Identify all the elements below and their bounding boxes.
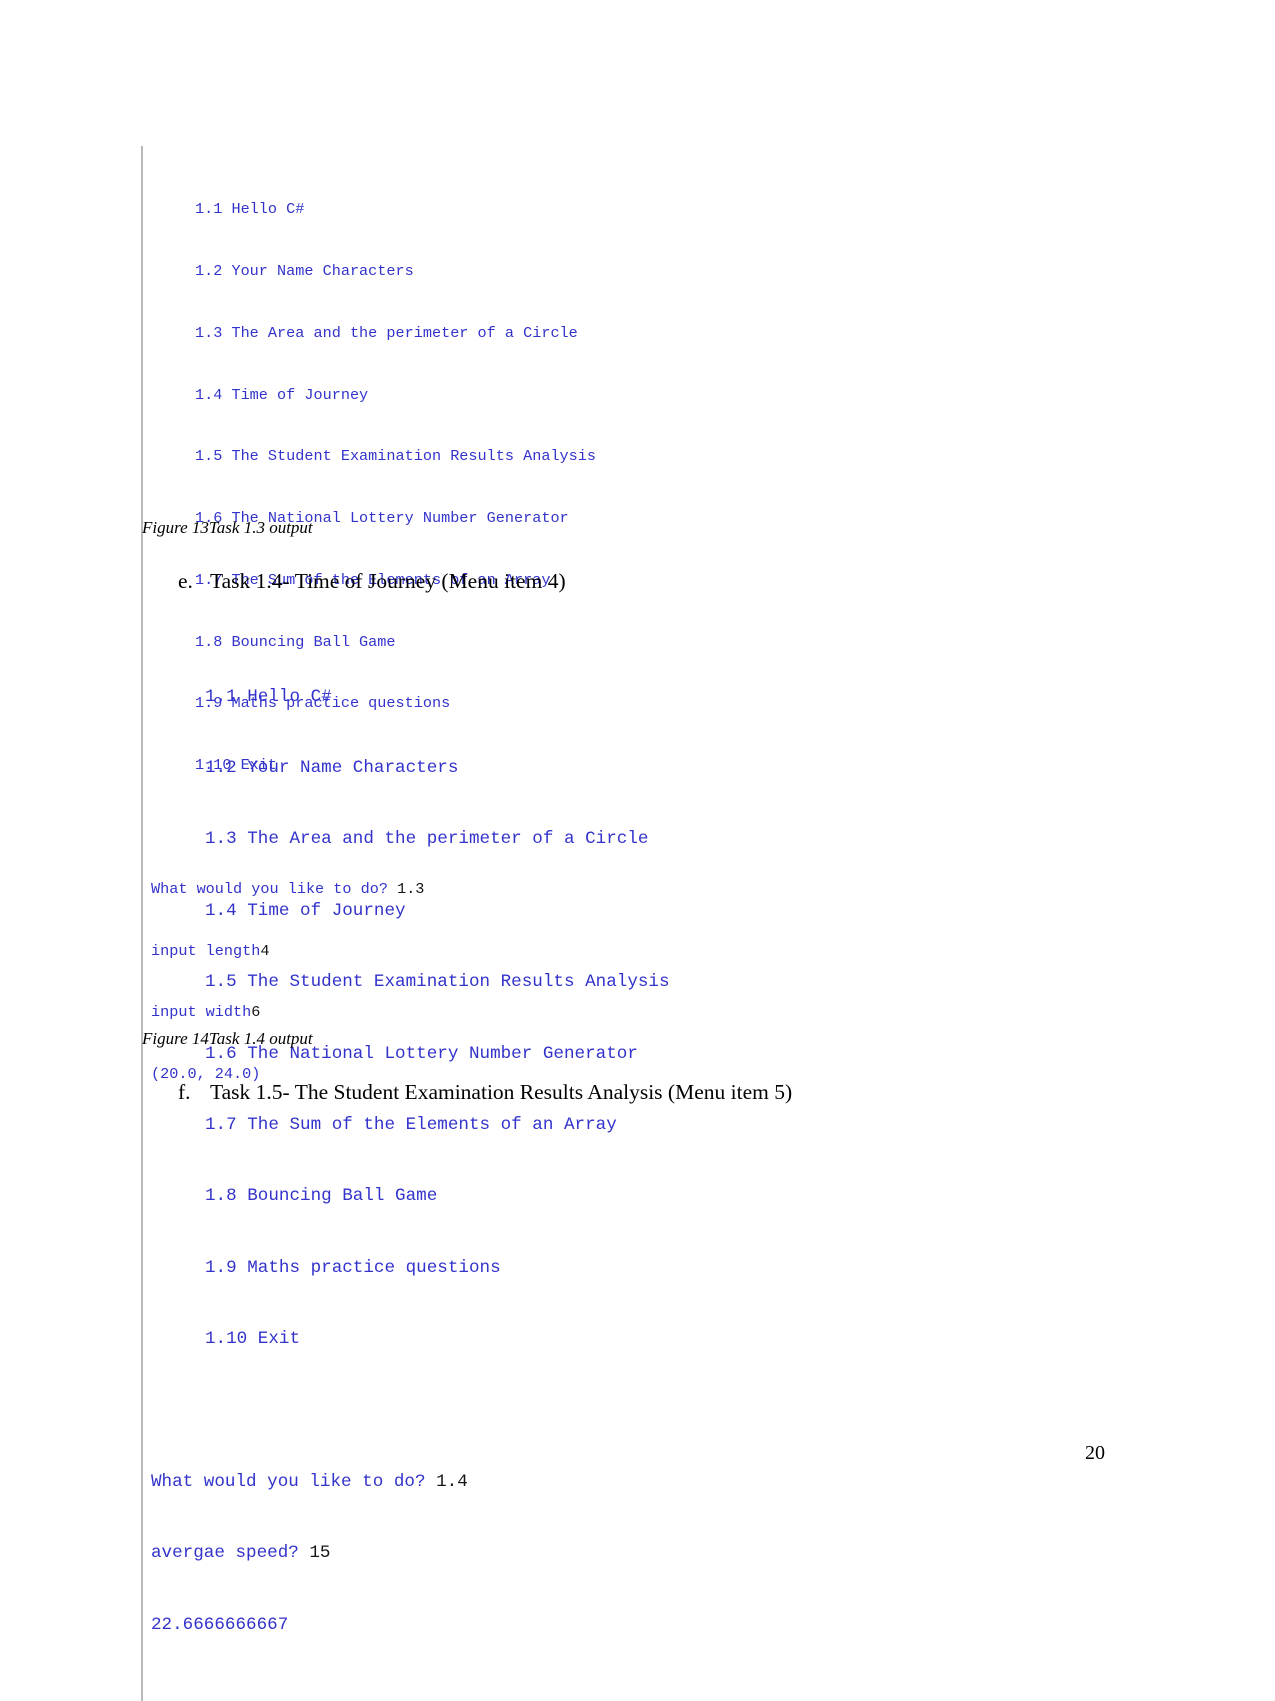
menu-line-text: 1.7 The Sum of the Elements of an Array xyxy=(205,1114,617,1135)
menu-line-text: 1.4 Time of Journey xyxy=(195,385,369,404)
menu-line-text: 1.3 The Area and the perimeter of a Circ… xyxy=(205,829,649,850)
list-item-e: e. Task 1.4- Time of Journey (Menu item 4… xyxy=(178,569,566,594)
menu-line: 1.5 The Student Examination Results Anal… xyxy=(151,971,901,995)
prompt-speed-value: 15 xyxy=(309,1543,331,1564)
prompt-choice-label: What would you like to do? xyxy=(151,1471,437,1492)
menu-line: 1.4 Time of Journey xyxy=(151,385,841,406)
page-number: 20 xyxy=(1085,1442,1105,1464)
menu-line: 1.1 Hello C# xyxy=(151,686,901,710)
prompt-choice: What would you like to do? 1.4 xyxy=(151,1471,901,1495)
menu-line-text: 1.2 Your Name Characters xyxy=(205,757,459,778)
figure-caption-14: Figure 14Task 1.4 output xyxy=(142,1029,313,1048)
console-output-task-1-4: 1.1 Hello C# 1.2 Your Name Characters 1.… xyxy=(141,622,901,1701)
list-item-text: Task 1.5- The Student Examination Result… xyxy=(210,1080,793,1104)
list-marker: f. xyxy=(178,1080,191,1104)
result-line: 22.6666666667 xyxy=(151,1614,289,1635)
menu-line: 1.2 Your Name Characters xyxy=(151,261,841,282)
menu-line-text: 1.1 Hello C# xyxy=(195,200,305,219)
menu-line: 1.7 The Sum of the Elements of an Array xyxy=(151,1114,901,1138)
menu-line: 1.3 The Area and the perimeter of a Circ… xyxy=(151,323,841,344)
menu-line-text: 1.10 Exit xyxy=(205,1329,301,1350)
menu-line: 1.5 The Student Examination Results Anal… xyxy=(151,446,841,467)
prompt-choice-value: 1.4 xyxy=(436,1471,468,1492)
menu-line-text: 1.3 The Area and the perimeter of a Circ… xyxy=(195,323,578,342)
menu-line: 1.3 The Area and the perimeter of a Circ… xyxy=(151,828,901,852)
prompt-speed: avergae speed? 15 xyxy=(151,1542,901,1566)
menu-line-text: 1.4 Time of Journey xyxy=(205,900,406,921)
menu-line-text: 1.5 The Student Examination Results Anal… xyxy=(205,972,670,993)
list-item-text: Task 1.4- Time of Journey (Menu item 4) xyxy=(210,569,566,593)
menu-line: 1.4 Time of Journey xyxy=(151,900,901,924)
menu-line-text: 1.2 Your Name Characters xyxy=(195,261,414,280)
menu-line-text: 1.8 Bouncing Ball Game xyxy=(205,1186,438,1207)
menu-line-text: 1.1 Hello C# xyxy=(205,686,332,707)
document-page: 1.1 Hello C# 1.2 Your Name Characters 1.… xyxy=(0,0,1275,1701)
menu-line: 1.8 Bouncing Ball Game xyxy=(151,1185,901,1209)
menu-line: 1.9 Maths practice questions xyxy=(151,1257,901,1281)
menu-line-text: 1.9 Maths practice questions xyxy=(205,1257,501,1278)
prompt-speed-label: avergae speed? xyxy=(151,1543,310,1564)
menu-line: 1.1 Hello C# xyxy=(151,199,841,220)
menu-line: 1.2 Your Name Characters xyxy=(151,757,901,781)
list-marker: e. xyxy=(178,569,193,593)
figure-caption-13: Figure 13Task 1.3 output xyxy=(142,518,313,537)
menu-line: 1.10 Exit xyxy=(151,1328,901,1352)
menu-line-text: 1.5 The Student Examination Results Anal… xyxy=(195,447,597,466)
list-item-f: f. Task 1.5- The Student Examination Resu… xyxy=(178,1080,792,1105)
